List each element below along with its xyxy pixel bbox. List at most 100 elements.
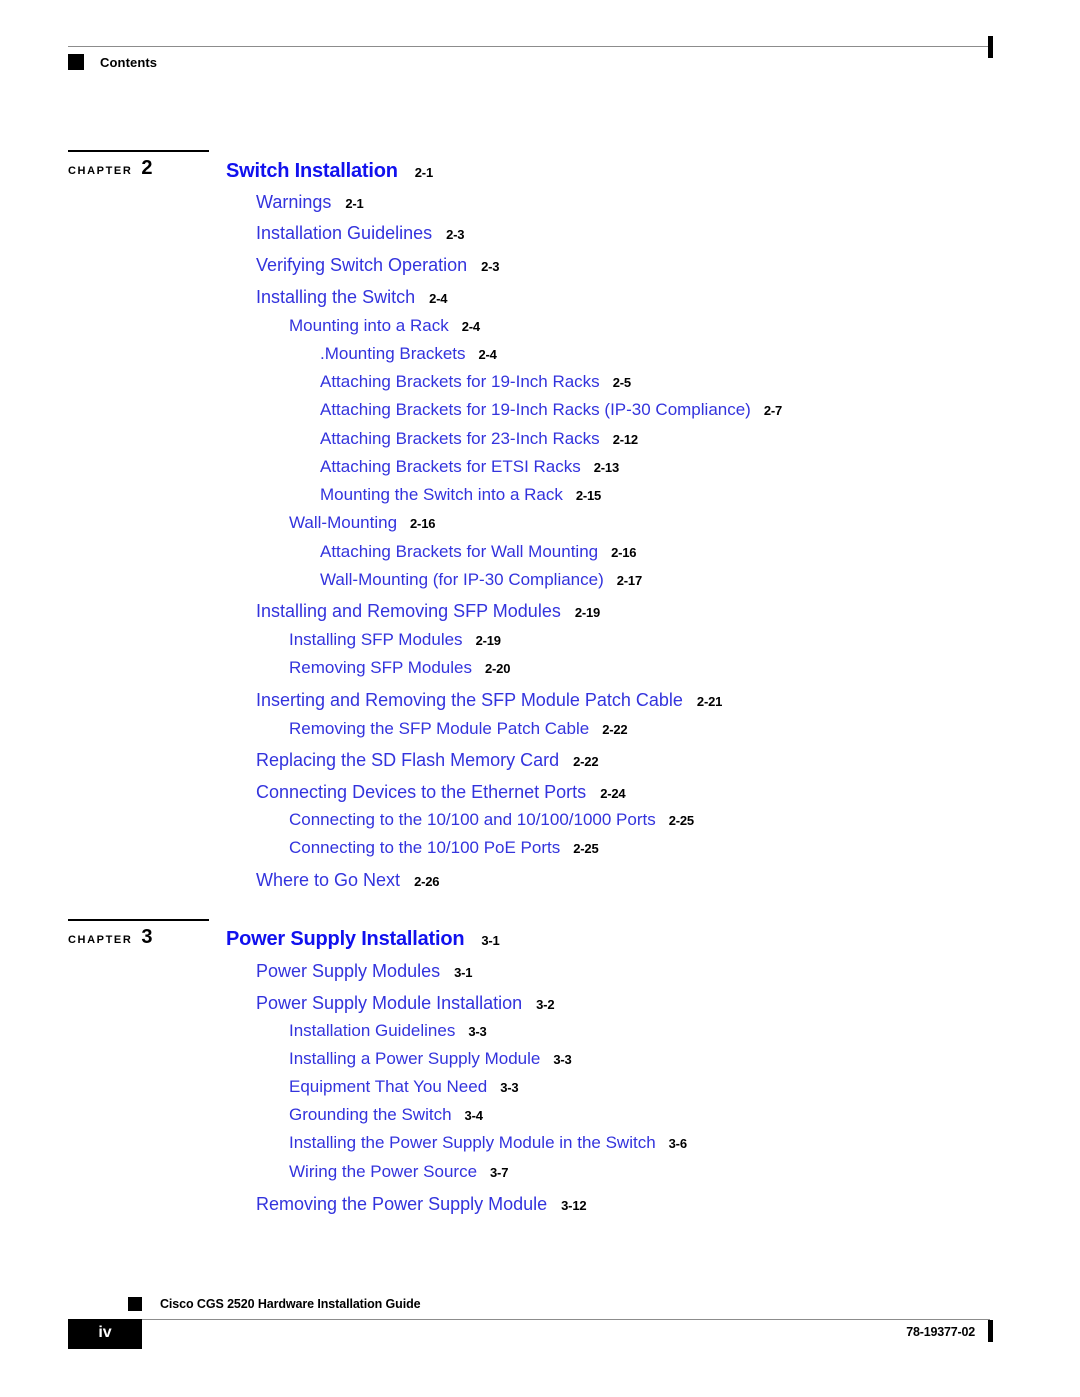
toc-entry-title[interactable]: Removing the SFP Module Patch Cable [289, 719, 589, 738]
header-rule [68, 46, 990, 47]
toc-entry-page-number: 3-4 [464, 1108, 483, 1123]
toc-entry-page-number: 2-26 [414, 874, 440, 889]
toc-entry-title[interactable]: Attaching Brackets for Wall Mounting [320, 542, 598, 561]
toc-entry[interactable]: Removing SFP Modules 2-20 [289, 659, 510, 677]
toc-entry[interactable]: Mounting the Switch into a Rack 2-15 [320, 486, 601, 504]
toc-entry-title[interactable]: Attaching Brackets for ETSI Racks [320, 457, 581, 476]
toc-entry-title[interactable]: Power Supply Module Installation [256, 993, 522, 1013]
toc-entry-page-number: 2-12 [612, 432, 638, 447]
toc-entry[interactable]: Installing a Power Supply Module 3-3 [289, 1050, 572, 1068]
toc-entry[interactable]: Attaching Brackets for ETSI Racks 2-13 [320, 458, 619, 476]
toc-entry[interactable]: Equipment That You Need 3-3 [289, 1077, 519, 1096]
toc-entry-page-number: 3-3 [468, 1024, 487, 1039]
toc-entry[interactable]: Attaching Brackets for 19-Inch Racks (IP… [320, 401, 782, 419]
toc-entry-title[interactable]: Installing SFP Modules [289, 630, 463, 649]
toc-entry[interactable]: Installation Guidelines 2-3 [256, 223, 465, 243]
toc-entry[interactable]: Installing the Power Supply Module in th… [289, 1134, 687, 1152]
toc-entry[interactable]: Removing the Power Supply Module 3-12 [256, 1194, 587, 1214]
toc-entry-page-number: 2-15 [575, 488, 602, 503]
toc-entry-page-number: 2-1 [414, 165, 433, 180]
toc-entry[interactable]: Connecting to the 10/100 PoE Ports 2-25 [289, 838, 599, 857]
toc-entry[interactable]: Inserting and Removing the SFP Module Pa… [256, 691, 722, 710]
toc-entry-title[interactable]: Warnings [256, 192, 331, 212]
toc-entry-title[interactable]: Attaching Brackets for 19-Inch Racks (IP… [320, 400, 751, 419]
toc-entry-title[interactable]: Attaching Brackets for 19-Inch Racks [320, 372, 600, 391]
toc-entry-page-number: 2-1 [345, 196, 364, 211]
chapter-tag-text: Chapter 3 [68, 926, 153, 949]
toc-entry-title[interactable]: Connecting Devices to the Ethernet Ports [256, 782, 586, 802]
toc-entry[interactable]: .Mounting Brackets 2-4 [320, 345, 497, 363]
toc-entry-page-number: 3-3 [500, 1080, 519, 1095]
toc-entry-title[interactable]: Grounding the Switch [289, 1105, 452, 1124]
toc-entry-page-number: 2-16 [410, 516, 436, 531]
toc-entry-title[interactable]: Power Supply Installation [226, 928, 465, 950]
toc-entry-title[interactable]: Removing SFP Modules [289, 658, 472, 677]
footer-rule [68, 1319, 990, 1320]
toc-entry[interactable]: Attaching Brackets for 19-Inch Racks 2-5 [320, 373, 631, 391]
toc-entry[interactable]: Installation Guidelines 3-3 [289, 1022, 487, 1040]
toc-chapter-entry[interactable]: Power Supply Installation 3-1 [226, 929, 500, 949]
toc-entry[interactable]: Wiring the Power Source 3-7 [289, 1163, 508, 1181]
toc-entry[interactable]: Wall-Mounting 2-16 [289, 514, 435, 532]
toc-entry-title[interactable]: Wall-Mounting (for IP-30 Compliance) [320, 570, 604, 589]
toc-entry-title[interactable]: Installation Guidelines [289, 1021, 455, 1040]
toc-entry-title[interactable]: Connecting to the 10/100 PoE Ports [289, 838, 560, 857]
toc-chapter-entry[interactable]: Switch Installation 2-1 [226, 161, 433, 181]
toc-entry-title[interactable]: Mounting the Switch into a Rack [320, 485, 563, 504]
footer-document-number: 78-19377-02 [906, 1325, 975, 1339]
toc-entry-title[interactable]: Switch Installation [226, 160, 398, 182]
toc-entry[interactable]: Grounding the Switch 3-4 [289, 1106, 483, 1124]
toc-entry-title[interactable]: Replacing the SD Flash Memory Card [256, 750, 559, 770]
toc-entry-title[interactable]: Installation Guidelines [256, 223, 432, 243]
toc-entry-page-number: 3-1 [454, 965, 473, 980]
document-page: Contents Chapter 2 Switch Installation 2-1 W… [0, 0, 1080, 1397]
toc-entry-title[interactable]: Removing the Power Supply Module [256, 1194, 547, 1214]
toc-entry-title[interactable]: Wall-Mounting [289, 513, 397, 532]
toc-entry-title[interactable]: Installing the Power Supply Module in th… [289, 1133, 656, 1152]
toc-entry[interactable]: Warnings 2-1 [256, 193, 364, 212]
toc-entry-page-number: 2-4 [429, 291, 448, 306]
toc-entry[interactable]: Installing the Switch 2-4 [256, 288, 447, 307]
toc-entry[interactable]: Wall-Mounting (for IP-30 Compliance) 2-17 [320, 571, 642, 589]
toc-entry-page-number: 2-5 [612, 375, 631, 390]
toc-entry[interactable]: Attaching Brackets for 23-Inch Racks 2-12 [320, 430, 638, 448]
toc-entry[interactable]: Connecting Devices to the Ethernet Ports… [256, 782, 626, 802]
toc-entry-title[interactable]: .Mounting Brackets [320, 344, 466, 363]
toc-entry-title[interactable]: Installing the Switch [256, 287, 415, 307]
toc-entry-page-number: 2-25 [573, 841, 599, 856]
toc-entry-title[interactable]: Attaching Brackets for 23-Inch Racks [320, 429, 600, 448]
chapter-tag-rule [68, 919, 209, 921]
footer-guide-title: Cisco CGS 2520 Hardware Installation Gui… [160, 1297, 421, 1311]
toc-entry-title[interactable]: Power Supply Modules [256, 961, 440, 981]
black-square-marker-icon [68, 54, 84, 70]
toc-entry-page-number: 2-13 [593, 460, 619, 475]
toc-entry-title[interactable]: Installing and Removing SFP Modules [256, 601, 561, 621]
toc-entry-page-number: 2-22 [573, 754, 599, 769]
toc-entry-title[interactable]: Where to Go Next [256, 870, 400, 890]
toc-entry[interactable]: Mounting into a Rack 2-4 [289, 317, 480, 335]
toc-entry[interactable]: Power Supply Module Installation 3-2 [256, 993, 555, 1013]
toc-entry[interactable]: Connecting to the 10/100 and 10/100/1000… [289, 811, 694, 829]
toc-entry-title[interactable]: Equipment That You Need [289, 1077, 487, 1096]
chapter-tag-number: 3 [141, 926, 153, 948]
toc-entry-title[interactable]: Inserting and Removing the SFP Module Pa… [256, 690, 683, 710]
toc-entry[interactable]: Replacing the SD Flash Memory Card 2-22 [256, 750, 599, 770]
toc-entry-title[interactable]: Wiring the Power Source [289, 1162, 477, 1181]
chapter-tag-number: 2 [141, 157, 153, 179]
toc-entry-title[interactable]: Installing a Power Supply Module [289, 1049, 540, 1068]
toc-entry[interactable]: Installing SFP Modules 2-19 [289, 631, 501, 649]
toc-entry-title[interactable]: Mounting into a Rack [289, 316, 449, 335]
toc-entry-page-number: 3-6 [668, 1136, 687, 1151]
toc-entry[interactable]: Power Supply Modules 3-1 [256, 961, 473, 981]
toc-entry-page-number: 2-3 [481, 259, 500, 274]
chapter-tag-rule [68, 150, 209, 152]
toc-entry[interactable]: Attaching Brackets for Wall Mounting 2-16 [320, 542, 637, 561]
toc-entry[interactable]: Verifying Switch Operation 2-3 [256, 255, 500, 275]
toc-entry[interactable]: Where to Go Next 2-26 [256, 871, 439, 890]
chapter-tag-word: Chapter [68, 934, 133, 946]
toc-entry[interactable]: Removing the SFP Module Patch Cable 2-22 [289, 719, 628, 738]
toc-entry-title[interactable]: Connecting to the 10/100 and 10/100/1000… [289, 810, 656, 829]
toc-entry-title[interactable]: Verifying Switch Operation [256, 255, 467, 275]
header-title: Contents [100, 55, 158, 70]
toc-entry[interactable]: Installing and Removing SFP Modules 2-19 [256, 602, 600, 621]
